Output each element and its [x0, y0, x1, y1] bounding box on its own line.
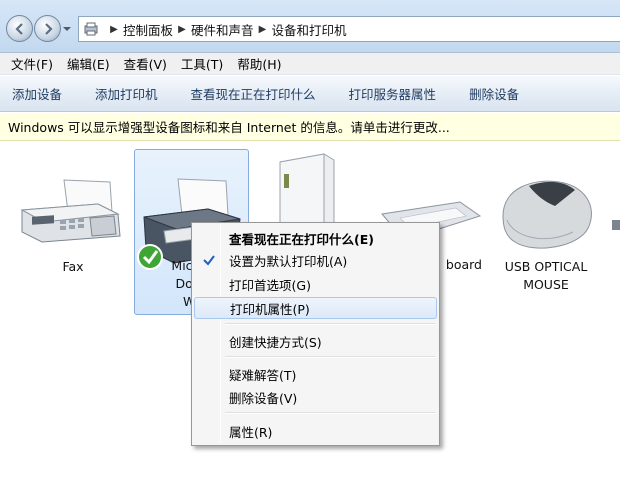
devices-printers-folder-icon: [84, 22, 98, 36]
back-button[interactable]: [6, 15, 33, 42]
menu-item-create-shortcut[interactable]: 创建快捷方式(S): [194, 330, 437, 352]
menu-separator: [225, 356, 435, 358]
menu-item-printing-preferences[interactable]: 打印首选项(G): [194, 273, 437, 295]
info-bar[interactable]: Windows 可以显示增强型设备图标和来自 Internet 的信息。请单击进…: [0, 113, 620, 141]
chevron-right-icon[interactable]: ▶: [258, 24, 268, 35]
menu-view[interactable]: 查看(V): [117, 54, 174, 73]
menu-tools[interactable]: 工具(T): [174, 54, 230, 73]
menu-separator: [225, 412, 435, 414]
breadcrumb-hardware-sound[interactable]: 硬件和声音: [191, 20, 254, 39]
forward-arrow-icon: [44, 22, 53, 35]
device-icon: [612, 220, 620, 230]
print-server-properties-button[interactable]: 打印服务器属性: [349, 84, 437, 103]
add-printer-button[interactable]: 添加打印机: [95, 84, 158, 103]
device-label-line2: MOUSE: [523, 277, 569, 292]
chevron-right-icon[interactable]: ▶: [177, 24, 187, 35]
back-arrow-icon: [14, 22, 23, 35]
menu-item-printer-properties[interactable]: 打印机属性(P): [194, 297, 437, 319]
address-bar: ▶ 控制面板 ▶ 硬件和声音 ▶ 设备和打印机: [0, 0, 620, 53]
menu-file[interactable]: 文件(F): [4, 54, 60, 73]
recent-pages-dropdown[interactable]: [62, 24, 72, 34]
breadcrumb[interactable]: ▶ 控制面板 ▶ 硬件和声音 ▶ 设备和打印机: [78, 16, 620, 42]
checkmark-icon: [203, 255, 215, 266]
device-label: Fax: [62, 259, 84, 274]
breadcrumb-devices-printers[interactable]: 设备和打印机: [272, 20, 347, 39]
menu-edit[interactable]: 编辑(E): [60, 54, 117, 73]
command-bar: 添加设备 添加打印机 查看现在正在打印什么 打印服务器属性 删除设备: [0, 76, 620, 112]
device-partial[interactable]: [606, 216, 620, 246]
menu-item-see-printing[interactable]: 查看现在正在打印什么(E): [194, 227, 437, 249]
device-label-line1: USB OPTICAL: [504, 259, 588, 274]
menu-item-properties[interactable]: 属性(R): [194, 420, 437, 442]
menu-item-set-default[interactable]: 设置为默认打印机(A): [194, 249, 437, 271]
menu-item-label: 设置为默认打印机(A): [229, 253, 348, 269]
menu-item-remove-device[interactable]: 删除设备(V): [194, 386, 437, 408]
menu-bar: 文件(F) 编辑(E) 查看(V) 工具(T) 帮助(H): [0, 53, 620, 75]
menu-separator: [225, 323, 435, 325]
chevron-right-icon[interactable]: ▶: [109, 24, 119, 35]
fax-icon: [20, 179, 121, 243]
menu-help[interactable]: 帮助(H): [230, 54, 288, 73]
context-menu: 查看现在正在打印什么(E) 设置为默认打印机(A) 打印首选项(G) 打印机属性…: [191, 222, 440, 446]
device-fax[interactable]: Fax: [14, 176, 132, 276]
see-whats-printing-button[interactable]: 查看现在正在打印什么: [191, 84, 316, 103]
mouse-icon: [502, 180, 592, 249]
forward-button[interactable]: [34, 15, 61, 42]
device-usb-mouse[interactable]: USB OPTICAL MOUSE: [493, 176, 599, 296]
menu-item-troubleshoot[interactable]: 疑难解答(T): [194, 363, 437, 385]
remove-device-button[interactable]: 删除设备: [469, 84, 519, 103]
breadcrumb-control-panel[interactable]: 控制面板: [123, 20, 173, 39]
add-device-button[interactable]: 添加设备: [12, 84, 62, 103]
